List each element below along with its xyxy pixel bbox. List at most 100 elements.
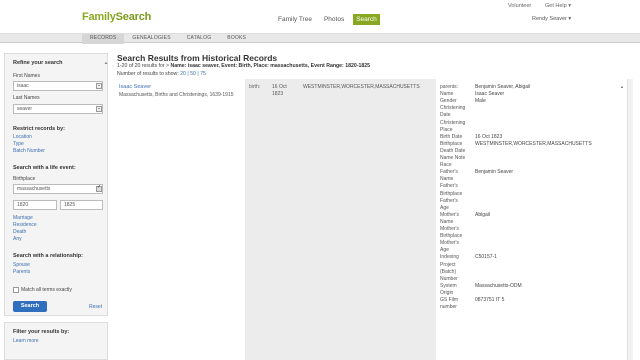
tab-catalog[interactable]: CATALOG — [179, 34, 220, 44]
event-place: WESTMINSTER,WORCESTER,MASSACHUSETTS — [303, 84, 420, 90]
nav-family-tree[interactable]: Family Tree — [275, 14, 315, 25]
event-date: 16 Oct 1823 — [272, 84, 287, 97]
user-menu[interactable]: Rendy Seaver ▾ — [532, 16, 571, 22]
detail-label: Indexing — [440, 254, 459, 261]
scroll-up-arrow-icon[interactable]: ▲ — [620, 84, 624, 89]
tab-genealogies[interactable]: GENEALOGIES — [124, 34, 178, 44]
result-name-link[interactable]: Isaac Seaver — [119, 84, 151, 90]
last-names-label: Last Names — [13, 95, 40, 101]
name-options-icon[interactable] — [96, 106, 102, 112]
restrict-location-link[interactable]: Location — [13, 134, 32, 140]
detail-label: Mother's — [440, 211, 460, 218]
results-per-page: Number of results to show: 20 | 50 | 75 — [117, 71, 206, 77]
detail-label: Date — [440, 112, 451, 119]
event-any-link[interactable]: Any — [13, 236, 22, 242]
detail-value: 0873751 IT 5 — [475, 297, 505, 303]
detail-label: Father's — [440, 197, 458, 204]
detail-label: Christening — [440, 105, 466, 112]
detail-label: Birthplace — [440, 190, 463, 197]
nav-search[interactable]: Search — [353, 14, 380, 25]
search-criteria: Name: isaac seaver, Event: Birth, Place:… — [170, 63, 371, 69]
detail-label: Race — [440, 162, 452, 169]
reset-link[interactable]: Reset — [89, 304, 102, 310]
logo-text-search: Search — [115, 11, 152, 23]
birthplace-input[interactable] — [13, 184, 103, 194]
nav-photos[interactable]: Photos — [321, 14, 347, 25]
detail-value: Isaac Seaver — [475, 91, 505, 98]
filter-results-panel: Filter your results by: Learn more — [4, 322, 108, 360]
results-per-page-options[interactable]: 20 | 50 | 75 — [180, 71, 206, 77]
familysearch-logo[interactable]: FamilySearch — [82, 11, 151, 23]
birthplace-label: Birthplace — [13, 176, 36, 182]
volunteer-link[interactable]: Volunteer — [508, 3, 531, 9]
detail-label: Age — [440, 247, 449, 254]
detail-value: Benjamin Seaver — [475, 169, 514, 176]
main-nav: Family Tree Photos Search — [275, 14, 380, 25]
detail-label: Name — [440, 218, 454, 225]
detail-label: Name — [440, 91, 454, 98]
learn-more-link[interactable]: Learn more — [13, 338, 39, 344]
event-marriage-link[interactable]: Marriage — [13, 215, 33, 221]
records-tab-strip: RECORDS GENEALOGIES CATALOG BOOKS — [0, 33, 640, 44]
page-title: Search Results from Historical Records — [117, 53, 278, 63]
last-names-input[interactable] — [13, 104, 103, 114]
result-collection: Massachusetts, Births and Christenings, … — [119, 92, 234, 98]
detail-label: Birth Date — [440, 133, 463, 140]
top-header: FamilySearch Family Tree Photos Search V… — [0, 0, 640, 30]
detail-label: Name — [440, 176, 454, 183]
relationship-heading: Search with a relationship: — [13, 253, 83, 259]
relationship-parents-link[interactable]: Parents — [13, 269, 30, 275]
first-names-label: First Names — [13, 73, 40, 79]
life-event-heading: Search with a life event: — [13, 165, 76, 171]
detail-label: (Batch) — [440, 268, 457, 275]
year-from-input[interactable] — [13, 200, 57, 210]
detail-label: System — [440, 282, 457, 289]
detail-label: Death Date — [440, 147, 466, 154]
collapse-icon[interactable]: ▲ — [104, 60, 108, 65]
tab-books[interactable]: BOOKS — [219, 34, 254, 44]
detail-value: Male — [475, 98, 486, 105]
refine-search-sidebar: Refine your search ▲ First Names Last Na… — [4, 53, 108, 316]
tab-records[interactable]: RECORDS — [82, 34, 125, 44]
logo-text-family: Family — [82, 11, 116, 23]
event-type-label: birth: — [249, 84, 261, 90]
get-help-menu[interactable]: Get Help ▾ — [545, 3, 571, 9]
year-to-input[interactable] — [60, 200, 103, 210]
restrict-heading: Restrict records by: — [13, 126, 65, 132]
birthplace-exact-checkbox[interactable] — [96, 184, 102, 192]
search-button[interactable]: Search — [13, 301, 47, 312]
detail-value: 16 Oct 1823 — [475, 133, 503, 140]
detail-label: Birthplace — [440, 140, 463, 147]
filter-heading: Filter your results by: — [13, 329, 70, 335]
detail-label: Name Note — [440, 155, 466, 161]
detail-label: Christening — [440, 119, 466, 126]
detail-label: Age — [440, 204, 449, 211]
detail-value: Abigail — [475, 211, 491, 218]
results-summary: 1-20 of 20 results for > Name: isaac sea… — [117, 63, 371, 69]
detail-label: Gender — [440, 98, 457, 105]
detail-label: number — [440, 304, 457, 311]
detail-scrollbar[interactable] — [627, 79, 633, 360]
match-exact-label: Match all terms exactly — [21, 287, 72, 293]
detail-label: Project — [440, 261, 456, 268]
detail-value: WESTMINSTER,WORCESTER,MASSACHUSETTS — [475, 140, 592, 147]
detail-value: C50157-1 — [475, 254, 497, 261]
detail-value: Benjamin Seaver, Abigail — [475, 84, 531, 90]
detail-label: Father's — [440, 169, 458, 176]
detail-label: Birthplace — [440, 233, 463, 240]
event-death-link[interactable]: Death — [13, 229, 26, 235]
first-names-input[interactable] — [13, 81, 103, 91]
event-column-background — [245, 79, 436, 360]
detail-label: Place — [440, 126, 453, 133]
detail-label: Mother's — [440, 226, 460, 232]
relationship-spouse-link[interactable]: Spouse — [13, 262, 30, 268]
restrict-batch-link[interactable]: Batch Number — [13, 148, 45, 154]
results-count: 1-20 of 20 results for — [117, 63, 165, 69]
detail-label: Number — [440, 275, 458, 282]
restrict-type-link[interactable]: Type — [13, 141, 24, 147]
detail-label: GS Film — [440, 297, 459, 303]
match-exact-checkbox[interactable] — [13, 287, 19, 293]
refine-heading: Refine your search — [13, 60, 63, 66]
event-residence-link[interactable]: Residence — [13, 222, 37, 228]
name-options-icon[interactable] — [96, 83, 102, 89]
